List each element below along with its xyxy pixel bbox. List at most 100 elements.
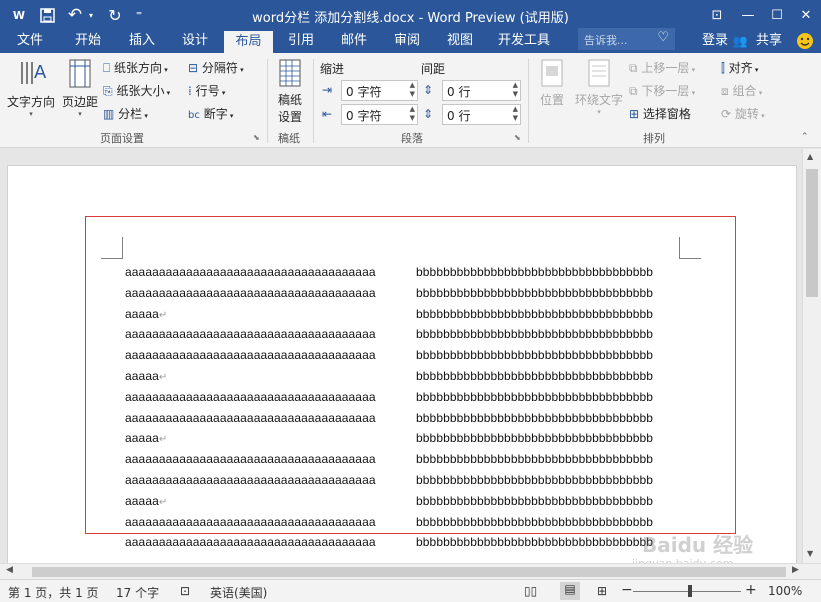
indent-right-input[interactable]: 0 字符 ▲ ▼: [341, 104, 418, 125]
spinner-arrows-icon[interactable]: ▲ ▼: [513, 105, 518, 123]
size-button[interactable]: ⎘ 纸张大小 ▾: [103, 82, 170, 99]
print-layout-icon[interactable]: ▤: [560, 582, 580, 600]
spacing-label: 间距: [421, 62, 446, 76]
tab-references[interactable]: 引用: [277, 30, 325, 53]
collapse-ribbon-icon[interactable]: ⌃: [801, 132, 809, 142]
horizontal-scrollbar[interactable]: ◀ ▶: [0, 563, 821, 579]
zoom-slider-track[interactable]: [633, 591, 741, 592]
zoom-slider-thumb[interactable]: [688, 585, 692, 597]
indent-right-value: 0 字符: [346, 109, 382, 123]
web-layout-icon[interactable]: ⊞: [597, 584, 607, 598]
wrap-text-icon: [588, 59, 610, 87]
window-title: word分栏 添加分割线.docx - Word Preview (试用版): [252, 11, 569, 26]
page-setup-launcher-icon[interactable]: ⬊: [253, 133, 260, 142]
document-text-line[interactable]: bbbbbbbbbbbbbbbbbbbbbbbbbbbbbbbbbbb: [416, 535, 653, 549]
spinner-arrows-icon[interactable]: ▲ ▼: [513, 81, 518, 99]
word-count-status[interactable]: 17 个字: [116, 584, 159, 601]
group-objects-button[interactable]: ⧈ 组合 ▾: [721, 82, 762, 99]
align-label: 对齐: [728, 61, 753, 75]
read-mode-icon[interactable]: ▯▯: [524, 584, 537, 598]
space-before-input[interactable]: 0 行 ▲ ▼: [442, 80, 521, 101]
tell-me-placeholder: 告诉我...: [584, 34, 628, 47]
margins-button[interactable]: 页边距 ▾: [60, 58, 100, 126]
tab-insert[interactable]: 插入: [118, 30, 166, 53]
draft-setup-button[interactable]: 稿纸 设置: [272, 58, 308, 126]
position-button[interactable]: 位置: [535, 58, 569, 126]
indent-left-value: 0 字符: [346, 85, 382, 99]
zoom-in-button[interactable]: +: [745, 582, 757, 598]
text-direction-button[interactable]: A 文字方向 ▾: [5, 58, 57, 126]
tab-file[interactable]: 文件: [6, 30, 54, 53]
orientation-icon: ⎕: [103, 61, 111, 75]
rotate-button[interactable]: ⟳ 旋转 ▾: [721, 105, 765, 122]
language-status[interactable]: 英语(美国): [210, 584, 267, 601]
arrange-group-label: 排列: [643, 132, 665, 145]
horizontal-scroll-thumb[interactable]: [32, 567, 786, 577]
zoom-level[interactable]: 100%: [768, 584, 802, 598]
scroll-up-arrow-icon[interactable]: ▲: [807, 152, 813, 161]
baidu-watermark-text: Baidu 经验: [642, 533, 754, 557]
line-text: aaaaaaaaaaaaaaaaaaaaaaaaaaaaaaaaaaaaa: [125, 535, 376, 550]
paragraph-launcher-icon[interactable]: ⬊: [514, 133, 521, 142]
send-backward-button[interactable]: ⧉ 下移一层 ▾: [629, 82, 695, 99]
hyphenation-icon: bc: [188, 110, 200, 121]
breaks-label: 分隔符: [201, 61, 238, 75]
columns-label: 分栏: [118, 107, 143, 121]
paper-size-icon: ⎘: [103, 84, 113, 98]
position-icon: [541, 59, 563, 87]
orientation-label: 纸张方向: [114, 61, 163, 75]
page-count-status[interactable]: 第 1 页，共 1 页: [8, 584, 99, 601]
ribbon-display-options-button[interactable]: ⊡: [704, 3, 730, 27]
spinner-arrows-icon[interactable]: ▲ ▼: [410, 105, 415, 123]
line-numbers-button[interactable]: ⁞ 行号 ▾: [188, 82, 225, 99]
minimize-button[interactable]: —: [735, 3, 761, 27]
tab-design[interactable]: 设计: [171, 30, 219, 53]
breaks-button[interactable]: ⊟ 分隔符 ▾: [188, 59, 244, 76]
indent-left-input[interactable]: 0 字符 ▲ ▼: [341, 80, 418, 101]
bring-forward-button[interactable]: ⧉ 上移一层 ▾: [629, 59, 695, 76]
orientation-button[interactable]: ⎕ 纸张方向 ▾: [103, 59, 168, 76]
ribbon-layout: A 文字方向 ▾ 页边距 ▾ ⎕ 纸张方向 ▾ ⎘ 纸张大小 ▾ ▥ 分栏 ▾ …: [0, 53, 821, 148]
share-icon[interactable]: 👥: [731, 30, 749, 53]
columns-button[interactable]: ▥ 分栏 ▾: [103, 105, 148, 122]
vertical-scroll-thumb[interactable]: [806, 169, 818, 297]
spinner-arrows-icon[interactable]: ▲ ▼: [410, 81, 415, 99]
send-backward-icon: ⧉: [629, 84, 638, 98]
text-direction-icon: A: [21, 62, 47, 84]
align-button[interactable]: ⫿ 对齐 ▾: [721, 59, 758, 76]
space-after-value: 0 行: [447, 109, 471, 123]
paragraph-group-label: 段落: [401, 132, 423, 145]
login-link[interactable]: 登录: [698, 30, 732, 53]
tab-view[interactable]: 视图: [436, 30, 484, 53]
close-button[interactable]: ✕: [793, 3, 819, 27]
space-after-input[interactable]: 0 行 ▲ ▼: [442, 104, 521, 125]
proofing-icon[interactable]: ⊡: [180, 584, 190, 598]
indent-left-icon: ⇥: [322, 83, 333, 97]
tab-layout[interactable]: 布局: [224, 31, 273, 53]
scroll-left-arrow-icon[interactable]: ◀: [6, 565, 13, 575]
maximize-button[interactable]: ☐: [764, 3, 790, 27]
tell-me-search-input[interactable]: 告诉我... ♡: [578, 28, 675, 50]
document-text-line[interactable]: aaaaaaaaaaaaaaaaaaaaaaaaaaaaaaaaaaaaa: [125, 535, 376, 549]
space-after-icon: ⇕: [423, 107, 434, 121]
position-label: 位置: [539, 93, 564, 107]
page-setup-group-label: 页面设置: [100, 132, 144, 145]
ribbon-separator: [528, 59, 529, 143]
vertical-scrollbar[interactable]: ▲ ▼: [802, 149, 821, 563]
wrap-text-button[interactable]: 环绕文字 ▾: [573, 58, 625, 126]
bring-forward-label: 上移一层: [641, 61, 690, 75]
scroll-down-arrow-icon[interactable]: ▼: [807, 549, 813, 558]
tab-review[interactable]: 审阅: [383, 30, 431, 53]
scroll-right-arrow-icon[interactable]: ▶: [792, 565, 799, 575]
wrap-text-label: 环绕文字: [574, 93, 623, 107]
smiley-feedback-icon[interactable]: [794, 30, 816, 53]
zoom-out-button[interactable]: −: [621, 582, 633, 598]
breaks-icon: ⊟: [188, 61, 199, 75]
selection-pane-button[interactable]: ⊞ 选择窗格: [629, 105, 691, 122]
hyphenation-button[interactable]: bc 断字 ▾: [188, 105, 233, 122]
tab-developer[interactable]: 开发工具: [490, 30, 558, 53]
indent-right-icon: ⇤: [322, 107, 333, 121]
share-button[interactable]: 共享: [752, 30, 786, 53]
tab-home[interactable]: 开始: [64, 30, 112, 53]
tab-mailings[interactable]: 邮件: [330, 30, 378, 53]
